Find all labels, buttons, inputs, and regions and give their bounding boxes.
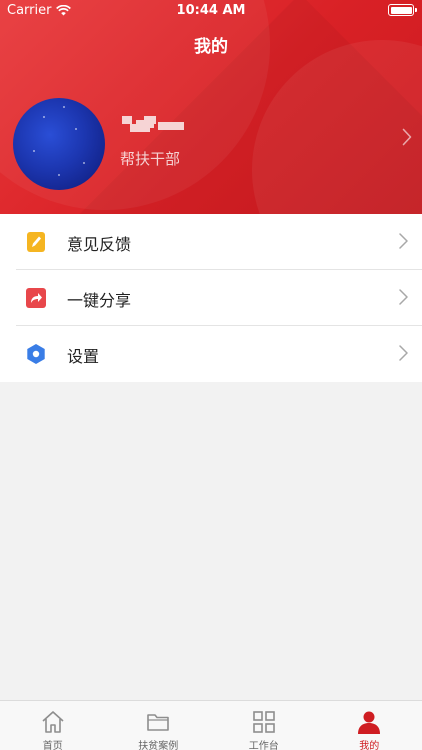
- settings-menu: 意见反馈 一键分享 设置: [0, 214, 422, 382]
- menu-item-settings[interactable]: 设置: [0, 326, 422, 382]
- menu-item-feedback[interactable]: 意见反馈: [0, 214, 422, 270]
- tab-home[interactable]: 首页: [0, 701, 106, 750]
- wifi-icon: [56, 5, 72, 16]
- user-name-redacted: [122, 116, 184, 132]
- menu-item-label: 一键分享: [67, 291, 132, 310]
- menu-item-label: 设置: [67, 347, 100, 366]
- user-icon: [358, 711, 381, 734]
- chevron-right-icon[interactable]: [402, 128, 412, 146]
- home-icon: [42, 711, 64, 733]
- avatar[interactable]: [13, 98, 105, 190]
- carrier-indicator: Carrier: [7, 3, 72, 18]
- folder-icon: [147, 714, 170, 731]
- share-arrow-icon: [26, 288, 46, 308]
- tab-label: 首页: [42, 741, 63, 750]
- feedback-note-icon: [27, 232, 45, 252]
- profile-header: Carrier 10:44 AM 我的 帮扶干部: [0, 0, 422, 214]
- tab-bar: 首页 扶贫案例 工作台 我的: [0, 700, 422, 750]
- battery-icon: [388, 4, 417, 16]
- tab-workbench[interactable]: 工作台: [211, 701, 317, 750]
- tab-label: 扶贫案例: [138, 741, 179, 750]
- page-title: 我的: [194, 37, 228, 57]
- tab-label: 工作台: [248, 741, 279, 750]
- tab-cases[interactable]: 扶贫案例: [106, 701, 212, 750]
- chevron-right-icon: [399, 345, 408, 361]
- settings-hexagon-icon: [27, 344, 45, 364]
- chevron-right-icon: [399, 233, 408, 249]
- chevron-right-icon: [399, 289, 408, 305]
- menu-item-label: 意见反馈: [67, 235, 132, 254]
- tab-mine[interactable]: 我的: [317, 701, 422, 750]
- user-role: 帮扶干部: [120, 150, 181, 168]
- menu-item-share[interactable]: 一键分享: [0, 270, 422, 326]
- carrier-label: Carrier: [7, 3, 52, 18]
- grid-icon: [252, 711, 275, 733]
- status-bar: Carrier 10:44 AM: [0, 0, 422, 22]
- tab-label: 我的: [359, 741, 380, 750]
